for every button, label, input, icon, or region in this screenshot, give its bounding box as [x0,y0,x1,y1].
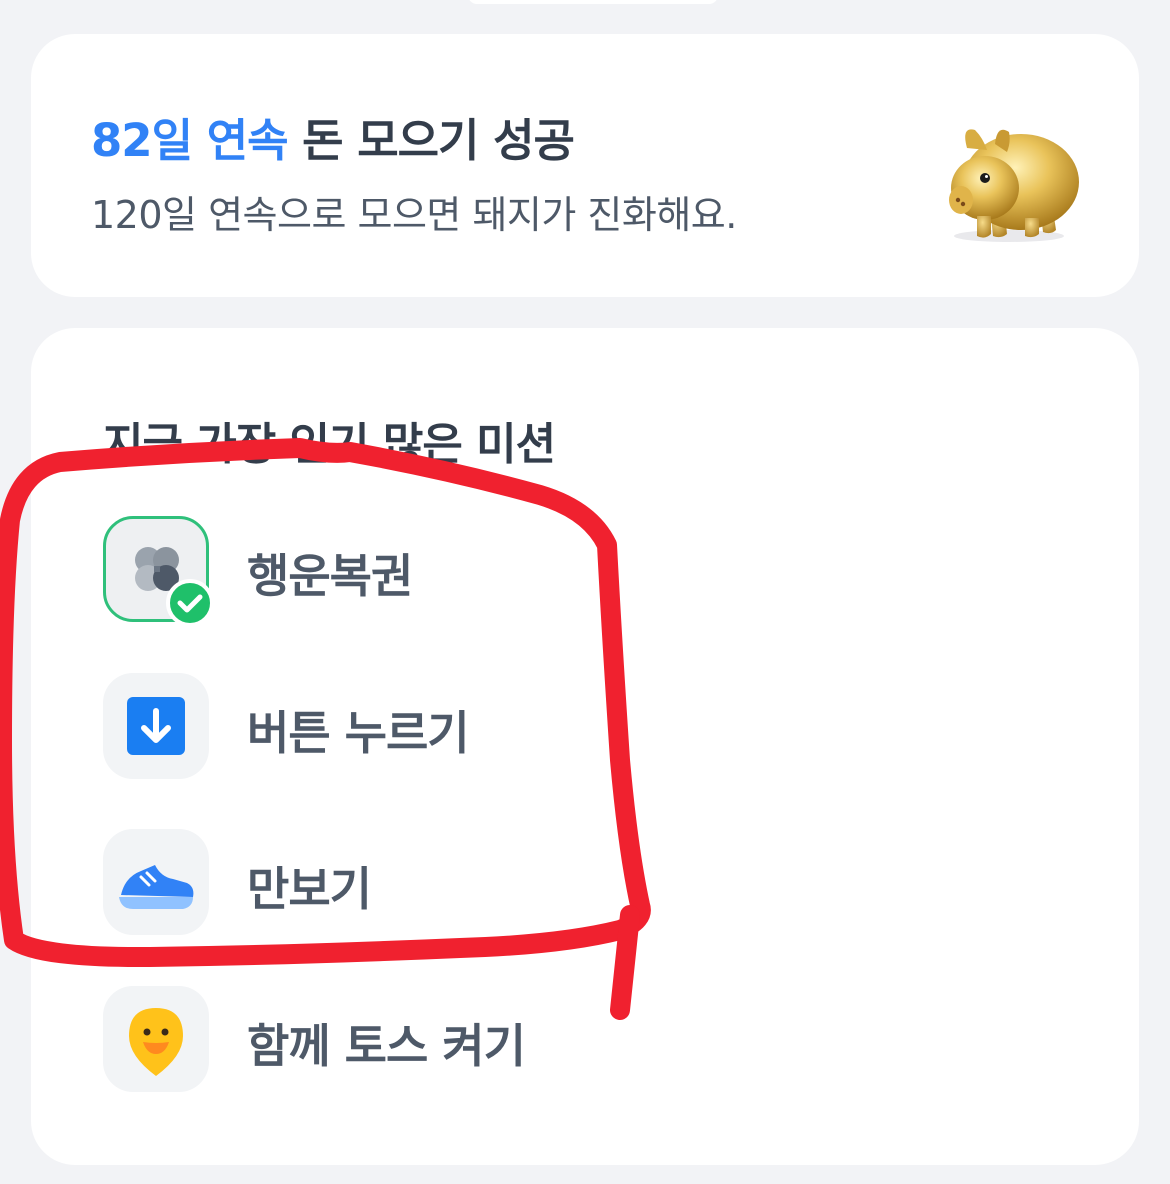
streak-card[interactable]: 82일 연속 돈 모으기 성공 120일 연속으로 모으면 돼지가 진화해요. [31,34,1139,297]
mission-item-pedometer[interactable]: 만보기 [103,829,663,935]
sneaker-icon [103,829,209,935]
mission-label: 만보기 [247,862,372,916]
streak-title: 82일 연속 돈 모으기 성공 [91,104,575,169]
arrow-down-button-icon [103,673,209,779]
streak-subtitle: 120일 연속으로 모으면 돼지가 진화해요. [91,193,737,237]
mission-item-lottery[interactable]: 행운복권 [103,516,663,625]
mission-item-button-press[interactable]: 버튼 누르기 [103,673,663,779]
streak-count-highlight: 82일 연속 [91,114,288,167]
chick-pin-icon [103,986,209,1092]
streak-title-text: 돈 모으기 성공 [287,114,575,167]
clover-icon [103,516,212,625]
piggy-bank-icon [949,129,1079,242]
mission-label: 함께 토스 켜기 [247,1019,526,1073]
missions-card: 지금 가장 인기 많은 미션 행운복권 버튼 누르기 만보기 함께 토스 켜기 [31,328,1139,1165]
missions-heading: 지금 가장 인기 많은 미션 [103,419,556,470]
mission-label: 버튼 누르기 [247,706,470,760]
mission-item-toss-together[interactable]: 함께 토스 켜기 [103,986,663,1092]
top-pill-remnant [468,0,718,4]
mission-label: 행운복권 [247,549,413,603]
